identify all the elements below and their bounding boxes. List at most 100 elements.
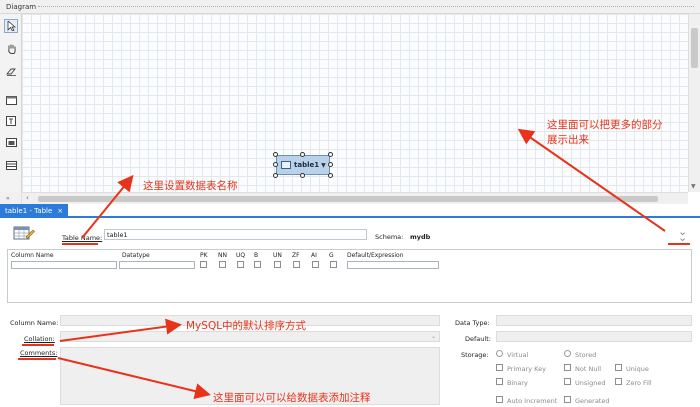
table-name-input[interactable]: table1	[104, 229, 367, 240]
zf-checkbox[interactable]	[293, 261, 300, 268]
pointer-icon[interactable]	[4, 19, 18, 33]
schema-value: mydb	[410, 233, 431, 241]
virtual-label: Virtual	[507, 351, 529, 359]
column-name-label: Column Name:	[10, 319, 59, 327]
hand-icon[interactable]	[4, 41, 18, 55]
resize-handle[interactable]	[300, 152, 305, 157]
column-header[interactable]: AI	[311, 252, 317, 259]
virtual-radio[interactable]	[496, 350, 503, 357]
scrollbar-thumb[interactable]	[38, 196, 658, 202]
default-label: Default:	[465, 335, 491, 343]
table-editor: Table Name: table1 Schema: mydb ⌄ ⌄ Colum…	[0, 218, 700, 407]
not-null-checkbox[interactable]	[564, 364, 571, 371]
auto-increment-checkbox[interactable]	[496, 396, 503, 403]
column-header[interactable]: Default/Expression	[347, 252, 404, 259]
default-expression-cell[interactable]	[347, 261, 439, 269]
b-checkbox[interactable]	[254, 261, 261, 268]
scrollbar-thumb[interactable]	[691, 28, 698, 68]
annotation-comments: 这里面可以可以给数据表添加注释	[213, 392, 371, 404]
tab-table1[interactable]: table1 - Table ×	[0, 204, 69, 218]
header-divider	[38, 6, 694, 7]
close-icon[interactable]: ×	[57, 207, 63, 215]
table-node[interactable]: table1 ▼	[273, 152, 333, 178]
nn-checkbox[interactable]	[219, 261, 226, 268]
datatype-cell[interactable]	[119, 261, 195, 269]
storage-label: Storage:	[461, 351, 489, 359]
un-checkbox[interactable]	[274, 261, 281, 268]
diagram-header: Diagram	[0, 0, 700, 14]
column-header[interactable]: B	[254, 252, 258, 259]
chevron-down-icon[interactable]: ▼	[321, 162, 326, 169]
resize-handle[interactable]	[273, 162, 278, 167]
primary-key-checkbox[interactable]	[496, 364, 503, 371]
unsigned-checkbox[interactable]	[564, 378, 571, 385]
zero-fill-label: Zero Fill	[626, 379, 652, 387]
resize-handle[interactable]	[328, 152, 333, 157]
unique-label: Unique	[626, 365, 649, 373]
annotation-expand: 这里面可以把更多的部分 展示出来	[547, 119, 663, 146]
horizontal-scrollbar[interactable]: ‹	[22, 192, 688, 204]
vertical-scrollbar[interactable]: ▼	[688, 14, 700, 192]
generated-checkbox[interactable]	[564, 396, 571, 403]
collation-label: Collation:	[24, 335, 55, 343]
table-editor-icon	[13, 224, 35, 242]
default-field[interactable]	[496, 331, 692, 342]
annotation-underline	[18, 358, 56, 360]
zero-fill-checkbox[interactable]	[615, 378, 622, 385]
annotation-underline	[668, 243, 690, 245]
column-header[interactable]: G	[329, 252, 334, 259]
resize-handle[interactable]	[273, 173, 278, 178]
diagram-toolbar	[0, 14, 22, 204]
column-header[interactable]: Column Name	[11, 252, 54, 259]
scroll-down-icon[interactable]: ▼	[691, 183, 696, 190]
not-null-label: Not Null	[575, 365, 602, 373]
chevron-double-down-icon: ⌄ ⌄	[678, 225, 688, 244]
column-header[interactable]: UQ	[236, 252, 245, 259]
data-type-label: Data Type:	[455, 319, 490, 327]
column-header[interactable]: UN	[273, 252, 282, 259]
new-table-icon[interactable]	[4, 158, 18, 172]
stored-label: Stored	[575, 351, 597, 359]
column-header[interactable]: Datatype	[122, 252, 150, 259]
annotation-table-name: 这里设置数据表名称	[143, 180, 238, 192]
column-header[interactable]: PK	[200, 252, 208, 259]
binary-checkbox[interactable]	[496, 378, 503, 385]
resize-handle[interactable]	[328, 162, 333, 167]
unique-checkbox[interactable]	[615, 364, 622, 371]
layer-icon[interactable]	[4, 93, 18, 107]
generated-label: Generated	[575, 397, 610, 405]
data-type-field[interactable]	[496, 315, 692, 326]
schema-label: Schema:	[375, 233, 404, 241]
diagram-canvas[interactable]	[22, 14, 688, 192]
primary-key-label: Primary Key	[507, 365, 546, 373]
chevron-down-icon: ⌄	[430, 333, 436, 340]
annotation-underline	[22, 344, 54, 346]
annotation-underline	[62, 243, 98, 245]
image-icon[interactable]	[4, 135, 18, 149]
comments-label: Comments:	[20, 349, 58, 357]
editor-tabbar: table1 - Table ×	[0, 204, 700, 218]
resize-handle[interactable]	[328, 173, 333, 178]
resize-handle[interactable]	[300, 173, 305, 178]
columns-grid[interactable]: Column Name Datatype PK NN UQ B UN ZF AI…	[7, 249, 692, 303]
ai-checkbox[interactable]	[312, 261, 319, 268]
table-name-label: Table Name:	[62, 234, 103, 242]
annotation-collation: MySQL中的默认排序方式	[186, 320, 307, 332]
eraser-icon[interactable]	[4, 64, 18, 78]
scroll-left-icon[interactable]: ‹	[26, 194, 29, 202]
resize-handle[interactable]	[273, 152, 278, 157]
table-node-name: table1	[294, 161, 320, 169]
stored-radio[interactable]	[564, 350, 571, 357]
uq-checkbox[interactable]	[237, 261, 244, 268]
expand-icon[interactable]: ⌄ ⌄	[678, 226, 687, 243]
table-icon	[281, 161, 291, 169]
auto-increment-label: Auto Increment	[507, 397, 558, 405]
zoom-indicator[interactable]: «	[0, 192, 22, 204]
tab-label: table1 - Table	[5, 207, 53, 215]
column-header[interactable]: ZF	[292, 252, 300, 259]
pk-checkbox[interactable]	[200, 261, 207, 268]
text-note-icon[interactable]	[4, 114, 18, 128]
column-name-cell[interactable]	[11, 261, 117, 269]
g-checkbox[interactable]	[330, 261, 337, 268]
column-header[interactable]: NN	[218, 252, 227, 259]
